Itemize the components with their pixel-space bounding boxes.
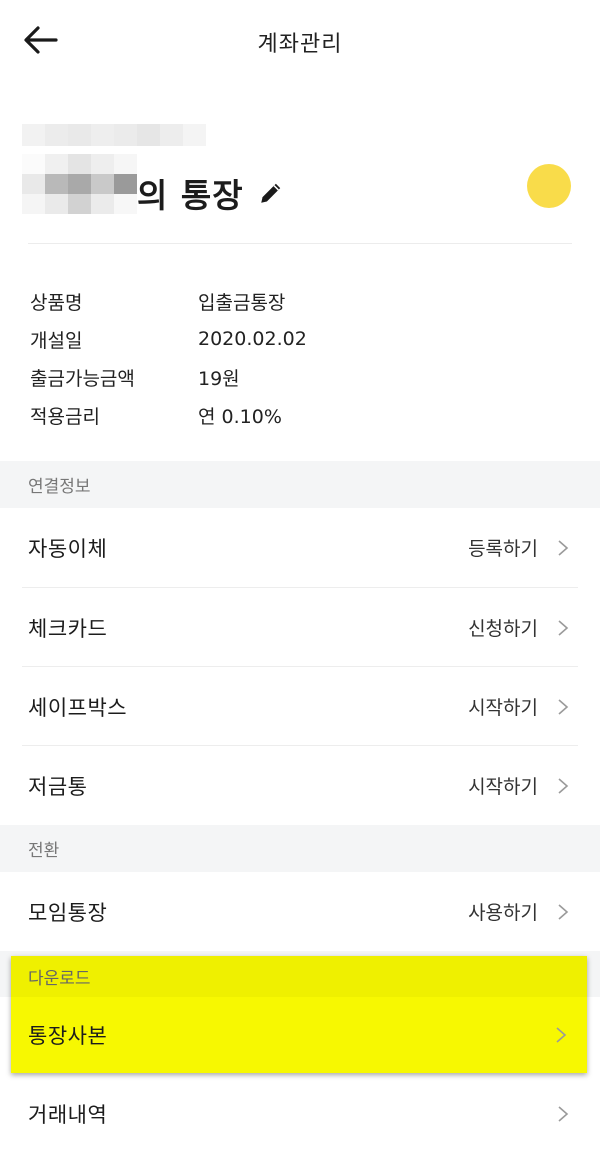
menu-item-action: 사용하기 <box>468 902 538 924</box>
info-label: 상품명 <box>30 291 83 314</box>
info-label: 적용금리 <box>30 405 100 428</box>
menu-item-group-account[interactable]: 모임통장 사용하기 <box>0 872 600 951</box>
menu-item-label: 세이프박스 <box>28 695 128 720</box>
menu-item-action: 신청하기 <box>468 618 538 640</box>
menu-item-label: 체크카드 <box>28 616 108 641</box>
account-summary: 의 통장 <box>0 110 600 245</box>
menu-item-label: 모임통장 <box>28 900 108 925</box>
menu-item-label: 자동이체 <box>28 536 108 561</box>
account-color-badge[interactable] <box>527 164 571 208</box>
menu-item-transaction-history[interactable]: 거래내역 <box>0 1077 600 1150</box>
chevron-right-icon <box>558 777 569 794</box>
info-value: 입출금통장 <box>198 291 286 314</box>
blurred-account-owner <box>22 124 206 146</box>
info-label: 출금가능금액 <box>30 367 135 390</box>
menu-item-check-card[interactable]: 체크카드 신청하기 <box>0 588 600 667</box>
info-label: 개설일 <box>30 329 83 352</box>
info-value: 연 0.10% <box>198 405 282 428</box>
chevron-right-icon <box>558 903 569 920</box>
menu-item-label: 거래내역 <box>28 1102 108 1127</box>
menu-item-auto-transfer[interactable]: 자동이체 등록하기 <box>0 508 600 587</box>
account-title: 의 통장 <box>137 176 244 215</box>
menu-item-action: 등록하기 <box>468 538 538 560</box>
info-row: 개설일 2020.02.02 <box>30 320 307 358</box>
info-value: 2020.02.02 <box>198 328 307 350</box>
section-header-convert: 전환 <box>0 825 600 872</box>
info-value: 19원 <box>198 367 240 390</box>
menu-item-piggy-bank[interactable]: 저금통 시작하기 <box>0 746 600 825</box>
page-title: 계좌관리 <box>257 32 343 57</box>
menu-item-label: 저금통 <box>28 774 88 799</box>
chevron-right-icon <box>556 1027 567 1043</box>
chevron-right-icon <box>558 1105 569 1122</box>
section-header-download: 다운로드 <box>11 956 587 997</box>
menu-item-action: 시작하기 <box>468 776 538 798</box>
info-row: 상품명 입출금통장 <box>30 282 307 320</box>
top-bar: 계좌관리 <box>0 0 600 84</box>
account-info: 상품명 입출금통장 개설일 2020.02.02 출금가능금액 19원 적용금리… <box>30 282 307 434</box>
menu-item-label: 통장사본 <box>28 1024 108 1048</box>
section-header-connected: 연결정보 <box>0 461 600 508</box>
menu-item-bankbook-copy[interactable]: 통장사본 <box>11 997 587 1073</box>
highlighted-download-block: 다운로드 통장사본 <box>11 956 587 1073</box>
chevron-right-icon <box>558 698 569 715</box>
chevron-right-icon <box>558 539 569 556</box>
menu-item-action: 시작하기 <box>468 697 538 719</box>
blurred-account-name <box>22 154 137 214</box>
info-row: 적용금리 연 0.10% <box>30 396 307 434</box>
chevron-right-icon <box>558 619 569 636</box>
pencil-icon[interactable] <box>258 180 284 206</box>
info-row: 출금가능금액 19원 <box>30 358 307 396</box>
account-title-row: 의 통장 <box>137 168 284 218</box>
divider <box>28 243 572 244</box>
menu-item-safe-box[interactable]: 세이프박스 시작하기 <box>0 667 600 746</box>
